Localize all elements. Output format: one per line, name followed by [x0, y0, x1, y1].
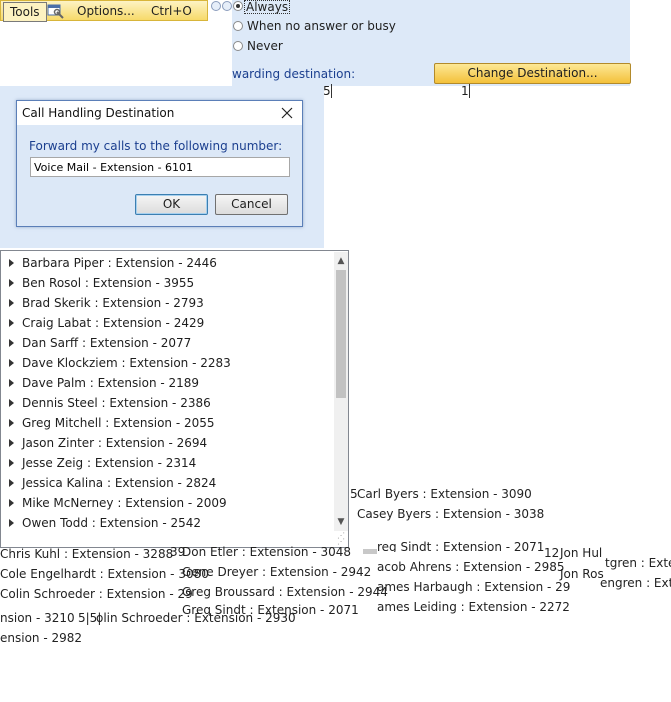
- dialog-title: Call Handling Destination: [22, 106, 175, 120]
- expand-arrow-icon[interactable]: [9, 519, 14, 527]
- list-item: Gene Dreyer : Extension - 2942: [182, 565, 372, 579]
- list-item: reg Sindt : Extension - 2071: [377, 540, 545, 552]
- no-answer-label: When no answer or busy: [247, 19, 396, 33]
- dialog-title-bar: Call Handling Destination: [17, 101, 302, 125]
- caret: [468, 84, 474, 98]
- contact-list-item[interactable]: Jason Zinter : Extension - 2694: [1, 433, 331, 453]
- expand-arrow-icon[interactable]: [9, 259, 14, 267]
- scroll-up-icon[interactable]: ▲: [334, 253, 348, 269]
- contact-name: Dan Sarff : Extension - 2077: [22, 336, 192, 350]
- value-a-text: 5: [323, 84, 331, 98]
- list-item: engren : Exte: [600, 576, 671, 590]
- options-menu-item[interactable]: Options...: [77, 3, 135, 19]
- separator: [363, 549, 377, 554]
- contact-list-item[interactable]: Greg Mitchell : Extension - 2055: [1, 413, 331, 433]
- caret: [330, 84, 336, 98]
- contact-list-item[interactable]: Jessica Kalina : Extension - 2824: [1, 473, 331, 493]
- options-shortcut: Ctrl+O: [151, 4, 192, 18]
- list-item: Casey Byers : Extension - 3038: [357, 507, 545, 521]
- menu-bar: Tools Options... Ctrl+O: [0, 0, 208, 22]
- ok-button[interactable]: OK: [135, 194, 208, 215]
- change-destination-button[interactable]: Change Destination...: [434, 63, 631, 84]
- contact-name: Mike McNerney : Extension - 2009: [22, 496, 227, 510]
- contact-name: Greg Mitchell : Extension - 2055: [22, 416, 215, 430]
- expand-arrow-icon[interactable]: [9, 299, 14, 307]
- scroll-down-icon[interactable]: ▼: [334, 514, 348, 530]
- vertical-scrollbar[interactable]: ▲ ▼: [334, 252, 348, 531]
- contact-name: Brad Skerik : Extension - 2793: [22, 296, 204, 310]
- contact-list-item[interactable]: Barbara Piper : Extension - 2446: [1, 253, 331, 273]
- list-item: ension - 2982: [0, 631, 83, 645]
- expand-arrow-icon[interactable]: [9, 459, 14, 467]
- expand-arrow-icon[interactable]: [9, 279, 14, 287]
- contact-list-item[interactable]: Mike McNerney : Extension - 2009: [1, 493, 331, 513]
- always-radio[interactable]: [233, 1, 243, 11]
- no-answer-radio[interactable]: [233, 21, 243, 31]
- tools-menu-label: Tools: [10, 5, 40, 19]
- expand-arrow-icon[interactable]: [9, 339, 14, 347]
- contact-list-item[interactable]: Dennis Steel : Extension - 2386: [1, 393, 331, 413]
- never-radio[interactable]: [233, 41, 243, 51]
- window-circle-button[interactable]: [222, 1, 232, 11]
- expand-arrow-icon[interactable]: [9, 419, 14, 427]
- contact-list-item[interactable]: Ben Rosol : Extension - 3955: [1, 273, 331, 293]
- list-item: olin Schroeder : Extension - 2930: [96, 611, 296, 625]
- list-item: Jon Ros: [560, 567, 604, 581]
- scroll-thumb[interactable]: [336, 270, 346, 398]
- resize-grip-icon[interactable]: ⋰ ⋰: [337, 532, 347, 546]
- contact-name: Craig Labat : Extension - 2429: [22, 316, 205, 330]
- list-item: ames Harbaugh : Extension - 29: [377, 580, 571, 594]
- close-icon[interactable]: [277, 103, 297, 123]
- contact-list-item[interactable]: Brad Skerik : Extension - 2793: [1, 293, 331, 313]
- cancel-button[interactable]: Cancel: [215, 194, 288, 215]
- fragment: 12: [544, 546, 560, 560]
- expand-arrow-icon[interactable]: [9, 359, 14, 367]
- expand-arrow-icon[interactable]: [9, 379, 14, 387]
- dialog-prompt: Forward my calls to the following number…: [29, 139, 283, 153]
- forward-number-input[interactable]: [30, 157, 290, 177]
- tools-menu[interactable]: Tools: [3, 2, 47, 22]
- contact-list-item[interactable]: Dave Palm : Extension - 2189: [1, 373, 331, 393]
- list-item: Don Etler : Extension - 3048: [182, 545, 352, 559]
- contact-list-item[interactable]: Craig Labat : Extension - 2429: [1, 313, 331, 333]
- contact-name: Jesse Zeig : Extension - 2314: [22, 456, 197, 470]
- list-item: Cole Engelhardt : Extension - 3080: [0, 567, 209, 581]
- list-item: nsion - 3210: [0, 611, 75, 625]
- value-b: 1: [461, 84, 474, 98]
- contact-list-item[interactable]: Owen Todd : Extension - 2542: [1, 513, 331, 533]
- contact-name: Dave Klockziem : Extension - 2283: [22, 356, 231, 370]
- contact-name: Ben Rosol : Extension - 3955: [22, 276, 195, 290]
- list-item: acob Ahrens : Extension - 2985: [377, 560, 565, 574]
- contact-name: Owen Todd : Extension - 2542: [22, 516, 202, 530]
- forwarding-destination-label: warding destination:: [232, 67, 356, 81]
- expand-arrow-icon[interactable]: [9, 319, 14, 327]
- contact-list-item[interactable]: Jesse Zeig : Extension - 2314: [1, 453, 331, 473]
- contact-list-item[interactable]: Dave Klockziem : Extension - 2283: [1, 353, 331, 373]
- expand-arrow-icon[interactable]: [9, 399, 14, 407]
- list-item: ames Leiding : Extension - 2272: [377, 600, 570, 614]
- options-icon: [47, 4, 64, 19]
- value-a: 5: [323, 84, 336, 98]
- list-item: Greg Broussard : Extension - 2944: [182, 585, 388, 599]
- contact-name: Dennis Steel : Extension - 2386: [22, 396, 211, 410]
- always-label: Always: [244, 0, 291, 14]
- expand-arrow-icon[interactable]: [9, 499, 14, 507]
- list-item: Carl Byers : Extension - 3090: [357, 487, 532, 501]
- contact-name: Jessica Kalina : Extension - 2824: [22, 476, 217, 490]
- list-item: Jon Hul: [560, 546, 603, 560]
- contact-name: Barbara Piper : Extension - 2446: [22, 256, 217, 270]
- expand-arrow-icon[interactable]: [9, 479, 14, 487]
- list-item: tgren : Exten: [605, 556, 671, 570]
- list-item: Chris Kuhl : Extension - 3288: [0, 547, 174, 561]
- value-b-text: 1: [461, 84, 469, 98]
- contact-name: Jason Zinter : Extension - 2694: [22, 436, 208, 450]
- contact-name: Dave Palm : Extension - 2189: [22, 376, 200, 390]
- call-handling-dialog: Call Handling Destination Forward my cal…: [16, 100, 303, 227]
- window-circle-button[interactable]: [211, 1, 221, 11]
- contact-list[interactable]: Barbara Piper : Extension - 2446 Ben Roso…: [0, 250, 349, 548]
- list-item: Colin Schroeder : Extension - 29: [0, 587, 193, 601]
- never-label: Never: [247, 39, 283, 53]
- contact-list-item[interactable]: Dan Sarff : Extension - 2077: [1, 333, 331, 353]
- expand-arrow-icon[interactable]: [9, 439, 14, 447]
